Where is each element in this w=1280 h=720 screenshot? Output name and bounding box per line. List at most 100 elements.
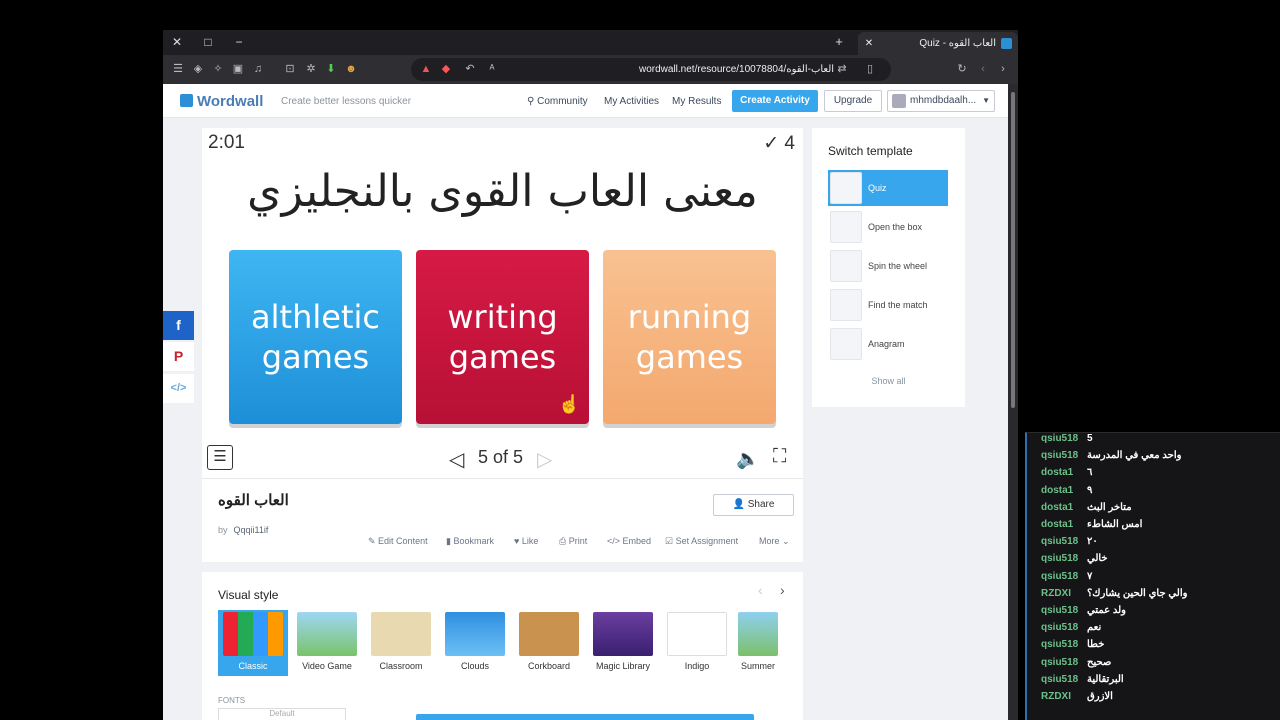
shield-icon[interactable]: ◈	[191, 62, 205, 76]
user-menu-button[interactable]: mhmdbdaalh... ▼	[887, 90, 995, 112]
back-icon[interactable]: ›	[996, 62, 1010, 76]
chat-username: qsiu518	[1041, 639, 1079, 651]
theme-corkboard[interactable]: Corkboard	[518, 612, 580, 671]
url-bar[interactable]: ▲ ◆ ↶ ᴬ wordwall.net/resource/10078804/ا…	[411, 58, 891, 81]
chevron-left-icon[interactable]: ‹	[758, 582, 763, 598]
theme-classic[interactable]: Classic	[218, 610, 288, 676]
window-close-button[interactable]: ✕	[169, 34, 185, 50]
previous-question-button[interactable]: ◁	[449, 447, 464, 472]
music-icon[interactable]: ♫	[251, 62, 265, 76]
chat-message: dosta1 ٦	[1027, 467, 1277, 484]
edit-label: Edit Content	[378, 536, 428, 546]
theme-label: Video Game	[302, 661, 352, 671]
forward-icon[interactable]: ‹	[976, 62, 990, 76]
show-all-link[interactable]: Show all	[812, 376, 965, 386]
chat-username: qsiu518	[1041, 536, 1079, 548]
chat-username: RZDXI	[1041, 587, 1071, 599]
screenshot-icon[interactable]: ⊡	[283, 62, 297, 76]
my-activities-link[interactable]: My Activities	[604, 96, 659, 107]
answer-option-3[interactable]: running games	[603, 250, 776, 424]
chat-username: qsiu518	[1041, 673, 1079, 685]
chat-username: RZDXI	[1041, 691, 1071, 702]
bookmark-link[interactable]: ▮ Bookmark	[446, 536, 494, 547]
chat-message: qsiu518 البرتقالية	[1027, 674, 1277, 691]
hand-cursor-icon: ☝	[558, 394, 581, 414]
scrollbar[interactable]	[1008, 84, 1018, 720]
more-menu[interactable]: More ⌄	[759, 536, 790, 547]
wordwall-logo[interactable]: Wordwall	[180, 93, 263, 110]
bookmark-icon[interactable]: ▯	[863, 62, 877, 76]
tab-close-button[interactable]: ✕	[862, 32, 876, 55]
edit-content-link[interactable]: ✎ Edit Content	[368, 536, 428, 547]
author-link[interactable]: Qqqii11if	[234, 525, 269, 535]
download-icon[interactable]: ⬇	[324, 62, 338, 76]
theme-indigo[interactable]: Indigo	[666, 612, 728, 671]
by-label: by	[218, 525, 228, 535]
theme-summer[interactable]: Summer	[738, 612, 778, 671]
create-activity-button[interactable]: Create Activity	[732, 90, 818, 112]
fullscreen-icon[interactable]: ⛶	[773, 446, 786, 468]
scrollbar-thumb[interactable]	[1011, 92, 1015, 408]
theme-magic-library[interactable]: Magic Library	[592, 612, 654, 671]
game-menu-button[interactable]: ☰	[207, 445, 233, 470]
chat-message: qsiu518 خطا	[1027, 639, 1277, 656]
profile-icon[interactable]: ☻	[344, 62, 358, 76]
upgrade-button[interactable]: Upgrade	[824, 90, 882, 112]
brave-rewards-icon[interactable]: ▲	[419, 62, 433, 76]
reload-icon[interactable]: ↻	[955, 62, 969, 76]
theme-clouds[interactable]: Clouds	[444, 612, 506, 671]
window-maximize-button[interactable]: □	[200, 34, 216, 50]
chat-message: qsiu518 نعم	[1027, 622, 1277, 639]
template-label: Anagram	[868, 339, 905, 349]
wallet-icon[interactable]: ▣	[231, 62, 245, 76]
template-label: Quiz	[868, 183, 887, 193]
menu-icon[interactable]: ☰	[171, 62, 185, 76]
apply-button[interactable]	[416, 714, 754, 720]
template-quiz[interactable]: Quiz	[828, 170, 948, 206]
template-anagram[interactable]: Anagram	[828, 326, 948, 362]
template-spin-the-wheel[interactable]: Spin the wheel	[828, 248, 948, 284]
theme-label: Corkboard	[527, 661, 571, 671]
embed-link[interactable]: </> Embed	[607, 536, 651, 546]
chat-text: ولد عمتي	[1087, 605, 1127, 616]
tune-icon[interactable]: ⇄	[835, 62, 849, 76]
set-assignment-link[interactable]: ☑ Set Assignment	[665, 536, 738, 547]
extension-icon[interactable]: ✧	[211, 62, 225, 76]
theme-classroom[interactable]: Classroom	[370, 612, 432, 671]
print-link[interactable]: ⎙ Print	[559, 536, 587, 547]
my-results-link[interactable]: My Results	[672, 96, 721, 107]
chat-text: نعم	[1087, 622, 1102, 634]
font-select[interactable]: Default	[218, 708, 346, 720]
tagline: Create better lessons quicker	[281, 96, 412, 107]
window-minimize-button[interactable]: −	[231, 34, 247, 50]
template-open-the-box[interactable]: Open the box	[828, 209, 948, 245]
quiz-icon	[830, 172, 862, 204]
switch-template-panel: Switch template Quiz Open the box Spin t…	[812, 128, 965, 407]
new-tab-button[interactable]: +	[831, 34, 847, 50]
back-arrow-icon[interactable]: ↶	[463, 62, 477, 76]
theme-video-game[interactable]: Video Game	[296, 612, 358, 671]
chat-message: RZDXI والي جاي الحين يشارك؟	[1027, 588, 1277, 605]
next-question-button[interactable]: ▷	[537, 447, 552, 472]
pinterest-share-icon[interactable]: P	[163, 342, 194, 371]
browser-tab[interactable]: ✕ العاب القوه - Quiz	[858, 32, 1018, 55]
chat-message: dosta1 امس الشاطء	[1027, 519, 1277, 536]
chat-username: qsiu518	[1041, 450, 1079, 462]
chevron-right-icon[interactable]: ›	[780, 582, 785, 598]
answer-option-1[interactable]: althletic games	[229, 250, 402, 424]
sound-icon[interactable]: 🔈	[736, 447, 760, 471]
like-link[interactable]: ♥ Like	[514, 536, 538, 546]
puzzle-icon[interactable]: ✲	[304, 62, 318, 76]
embed-share-icon[interactable]: </>	[163, 374, 194, 403]
top-nav: Wordwall Create better lessons quicker ⚲…	[163, 84, 1008, 118]
share-button[interactable]: 👤 Share	[713, 494, 794, 516]
translate-icon[interactable]: ᴬ	[485, 62, 499, 76]
facebook-share-icon[interactable]: f	[163, 311, 194, 340]
community-link[interactable]: ⚲ Community	[527, 96, 588, 107]
theme-label: Classic	[238, 661, 268, 671]
quiz-game-area: 2:01 ✓ 4 معنى العاب القوى بالنجليزي alth…	[202, 128, 803, 478]
theme-thumb	[371, 612, 431, 656]
template-find-the-match[interactable]: Find the match	[828, 287, 948, 323]
brave-shield-icon[interactable]: ◆	[439, 62, 453, 76]
chat-message: qsiu518 ولد عمتي	[1027, 605, 1277, 622]
